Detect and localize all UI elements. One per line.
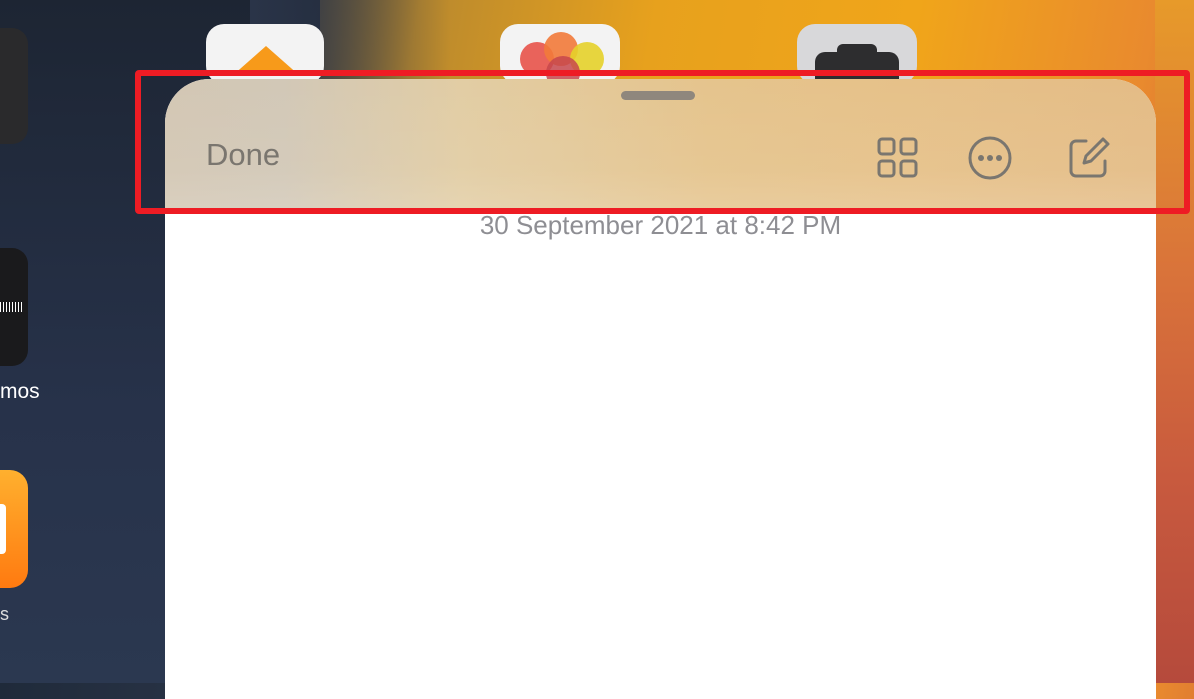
notes-toolbar: Done (165, 79, 1156, 209)
wallpaper-right-edge (1155, 0, 1194, 683)
voice-memos-label: mos (0, 380, 40, 403)
notes-window[interactable]: Done 30 September 2021 at 8:42 PM (165, 79, 1156, 699)
camera-app-icon[interactable] (797, 24, 917, 84)
new-note-button[interactable] (1065, 134, 1113, 182)
done-button[interactable]: Done (206, 137, 280, 173)
app-label: s (0, 604, 9, 624)
gallery-grid-icon (877, 137, 918, 178)
note-date: 30 September 2021 at 8:42 PM (479, 210, 842, 240)
more-options-button[interactable] (966, 134, 1014, 182)
window-grabber-handle[interactable] (621, 91, 695, 100)
app-glyph (0, 504, 6, 554)
gallery-view-button[interactable] (874, 134, 922, 182)
ellipsis-circle-icon (968, 136, 1012, 180)
home-app-icon[interactable] (206, 24, 324, 84)
waveform-icon (0, 302, 24, 312)
voice-memos-icon[interactable] (0, 248, 28, 366)
compose-icon (1069, 137, 1110, 178)
orange-app-icon[interactable] (0, 470, 28, 588)
house-roof-icon (232, 46, 300, 76)
photos-app-icon[interactable] (500, 24, 620, 84)
clock-widget[interactable]: 2 3 4 (0, 28, 28, 144)
